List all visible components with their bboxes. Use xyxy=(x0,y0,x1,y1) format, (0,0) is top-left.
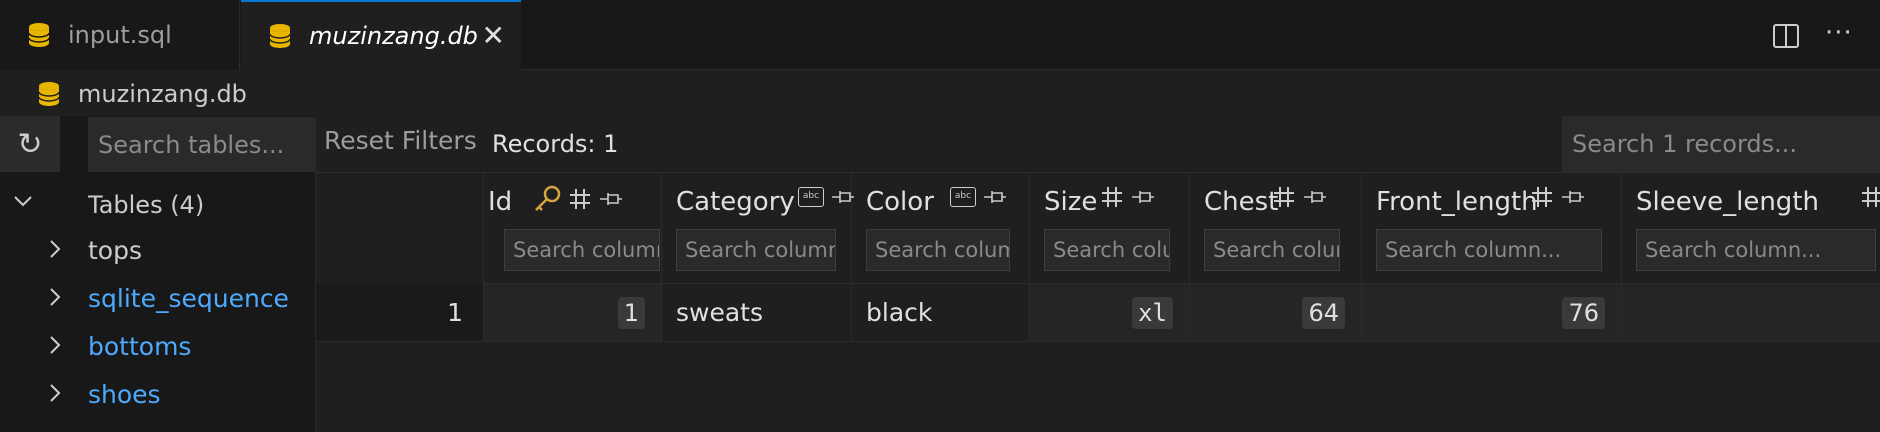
reset-filters-button[interactable]: Reset Filters xyxy=(324,126,477,155)
key-icon xyxy=(535,185,561,211)
column-name: Category xyxy=(676,187,795,217)
cell-chest[interactable]: 64 xyxy=(1190,284,1362,341)
cell-value: 76 xyxy=(1562,297,1605,329)
cell-id[interactable]: 1 xyxy=(484,284,662,341)
records-count: Records: 1 xyxy=(492,130,619,158)
database-icon xyxy=(28,22,50,48)
database-icon xyxy=(38,81,60,107)
cell-sleeve-length[interactable] xyxy=(1622,284,1880,341)
cell-value: sweats xyxy=(676,298,763,327)
table-row[interactable]: 1 1 sweats black xl 64 76 xyxy=(316,284,1880,342)
column-icons xyxy=(1272,185,1328,209)
pin-icon[interactable] xyxy=(598,189,624,209)
column-header-front-length[interactable]: Front_length xyxy=(1362,173,1622,284)
column-header-category[interactable]: Category abc xyxy=(662,173,854,284)
chevron-right-icon xyxy=(50,288,61,306)
close-icon[interactable]: ✕ xyxy=(482,22,505,50)
pin-icon[interactable] xyxy=(1130,187,1156,207)
hash-icon xyxy=(570,189,590,209)
column-name: Sleeve_length xyxy=(1636,187,1819,217)
grid-header-row: Id Category abc Color abc Size xyxy=(316,172,1880,284)
tab-label: input.sql xyxy=(68,21,172,49)
column-name: Chest xyxy=(1204,187,1279,217)
row-number-header xyxy=(316,173,484,284)
database-icon xyxy=(269,23,291,49)
cell-value: black xyxy=(866,298,933,327)
cell-category[interactable]: sweats xyxy=(662,284,852,341)
column-icons xyxy=(1860,185,1880,209)
sidebar-item-bottoms[interactable]: bottoms xyxy=(0,324,316,370)
chevron-right-icon xyxy=(50,384,61,402)
column-header-sleeve-length[interactable]: Sleeve_length xyxy=(1622,173,1880,284)
tab-muzinzang-db[interactable]: muzinzang.db ✕ xyxy=(241,0,521,70)
column-icons xyxy=(1100,185,1156,209)
tables-group-header[interactable]: Tables (4) xyxy=(0,182,316,228)
column-name: Size xyxy=(1044,187,1098,217)
tables-sidebar: ↻ Tables (4) tops sqlite_sequence bottom… xyxy=(0,116,316,432)
records-search-input[interactable] xyxy=(1562,116,1880,172)
sidebar-item-label: shoes xyxy=(88,380,161,409)
cell-value: 64 xyxy=(1302,297,1345,329)
breadcrumb: muzinzang.db xyxy=(0,71,1880,116)
column-search-input[interactable] xyxy=(866,229,1010,271)
column-search-input[interactable] xyxy=(1636,229,1876,271)
breadcrumb-label[interactable]: muzinzang.db xyxy=(78,80,247,108)
cell-value: xl xyxy=(1132,297,1173,329)
row-number: 1 xyxy=(316,284,484,341)
tables-header-label: Tables (4) xyxy=(88,191,205,219)
tab-input-sql[interactable]: input.sql xyxy=(0,0,240,70)
chevron-right-icon xyxy=(50,240,61,258)
pin-icon[interactable] xyxy=(1302,187,1328,207)
sidebar-item-label: tops xyxy=(88,236,142,265)
tab-bar: input.sql muzinzang.db ✕ ··· xyxy=(0,0,1880,70)
text-type-icon: abc xyxy=(798,187,824,207)
column-name: Color xyxy=(866,187,934,217)
sidebar-item-label: sqlite_sequence xyxy=(88,284,289,313)
hash-icon xyxy=(1532,187,1552,207)
split-editor-icon[interactable] xyxy=(1772,22,1800,54)
tab-label: muzinzang.db xyxy=(309,22,478,50)
sidebar-item-tops[interactable]: tops xyxy=(0,228,316,274)
refresh-icon[interactable]: ↻ xyxy=(0,116,60,172)
hash-icon xyxy=(1274,187,1294,207)
hash-icon xyxy=(1102,187,1122,207)
cell-value: 1 xyxy=(617,297,645,329)
column-header-id[interactable]: Id xyxy=(484,173,662,284)
column-icons xyxy=(532,185,624,213)
column-search-input[interactable] xyxy=(504,229,660,271)
sidebar-item-shoes[interactable]: shoes xyxy=(0,372,316,418)
chevron-down-icon xyxy=(14,196,32,207)
more-actions-icon[interactable]: ··· xyxy=(1825,18,1853,48)
cell-size[interactable]: xl xyxy=(1030,284,1190,341)
column-icons: abc xyxy=(950,187,1008,207)
cell-front-length[interactable]: 76 xyxy=(1362,284,1622,341)
column-header-color[interactable]: Color abc xyxy=(852,173,1030,284)
column-icons: abc xyxy=(798,187,856,207)
tables-search-input[interactable] xyxy=(88,117,316,172)
column-name: Id xyxy=(488,187,513,217)
column-header-chest[interactable]: Chest xyxy=(1190,173,1362,284)
column-header-size[interactable]: Size xyxy=(1030,173,1190,284)
column-icons xyxy=(1530,185,1586,209)
column-search-input[interactable] xyxy=(1204,229,1340,271)
chevron-right-icon xyxy=(50,336,61,354)
text-type-icon: abc xyxy=(950,187,976,207)
column-search-input[interactable] xyxy=(1376,229,1602,271)
column-search-input[interactable] xyxy=(1044,229,1170,271)
sidebar-item-label: bottoms xyxy=(88,332,192,361)
cell-color[interactable]: black xyxy=(852,284,1030,341)
column-name: Front_length xyxy=(1376,187,1538,217)
hash-icon xyxy=(1862,187,1880,207)
sidebar-item-sqlite-sequence[interactable]: sqlite_sequence xyxy=(0,276,316,322)
column-search-input[interactable] xyxy=(676,229,836,271)
pin-icon[interactable] xyxy=(982,187,1008,207)
pin-icon[interactable] xyxy=(1560,187,1586,207)
grid-toolbar: Reset Filters Records: 1 xyxy=(316,116,1880,172)
